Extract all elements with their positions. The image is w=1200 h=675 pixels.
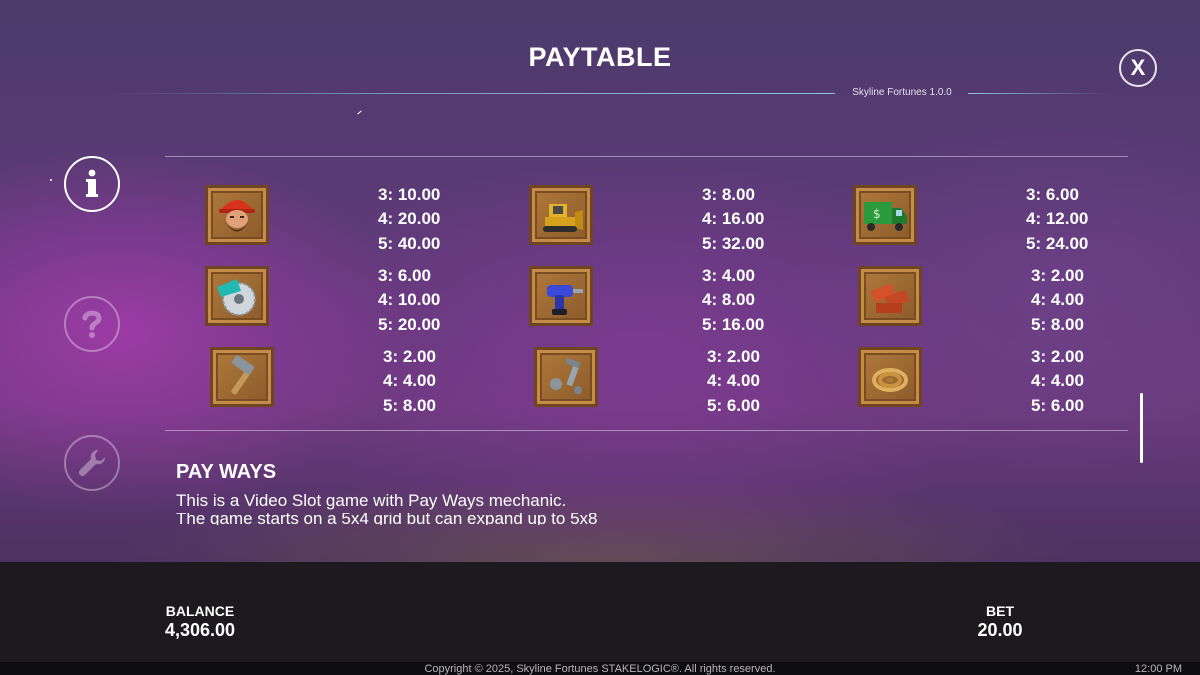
symbol-circular-saw-pays: 3: 6.00 4: 10.00 5: 20.00 xyxy=(378,266,441,334)
header-divider-left xyxy=(110,93,835,94)
decorative-mark xyxy=(357,110,362,115)
bet-value: 20.00 xyxy=(977,620,1023,640)
symbol-drill xyxy=(529,266,593,326)
paytable-divider-bottom xyxy=(165,430,1128,431)
symbol-truck: $ xyxy=(853,185,917,245)
drill-icon xyxy=(547,285,583,315)
info-icon xyxy=(86,169,98,197)
svg-text:$: $ xyxy=(873,207,881,221)
pay-ways-title: PAY WAYS xyxy=(176,461,277,483)
symbol-rope-pays: 3: 2.00 4: 4.00 5: 6.00 xyxy=(1031,347,1084,415)
symbol-bricks-pays: 3: 2.00 4: 4.00 5: 8.00 xyxy=(1031,266,1084,334)
symbol-builder-pays: 3: 10.00 4: 20.00 5: 40.00 xyxy=(378,185,441,253)
copyright-text: Copyright © 2025, Skyline Fortunes STAKE… xyxy=(424,663,776,675)
symbol-builder xyxy=(205,185,269,245)
builder-icon xyxy=(219,200,255,232)
symbol-rope xyxy=(858,347,922,407)
truck-icon: $ xyxy=(864,202,907,231)
symbol-hammer xyxy=(210,347,274,407)
symbol-bulldozer-pays: 3: 8.00 4: 16.00 5: 32.00 xyxy=(702,185,765,253)
symbol-drill-pays: 3: 4.00 4: 8.00 5: 16.00 xyxy=(702,266,765,334)
symbol-circular-saw xyxy=(205,266,269,326)
bolts-icon xyxy=(550,357,582,394)
decorative-dot xyxy=(50,179,52,181)
symbol-bulldozer xyxy=(529,185,593,245)
help-tab-button[interactable] xyxy=(64,296,120,352)
symbol-bricks xyxy=(858,266,922,326)
version-label: Skyline Fortunes 1.0.0 xyxy=(852,87,952,98)
scrollbar-thumb[interactable] xyxy=(1140,393,1143,463)
bricks-icon xyxy=(870,283,910,313)
paytable-divider-top xyxy=(165,156,1128,157)
hammer-icon xyxy=(231,355,255,395)
header-divider-right xyxy=(968,93,1108,94)
bet-label: BET xyxy=(986,603,1014,619)
rope-icon xyxy=(872,368,908,392)
wrench-icon xyxy=(78,449,106,477)
symbol-bolts xyxy=(534,347,598,407)
settings-tab-button[interactable] xyxy=(64,435,120,491)
balance-label: BALANCE xyxy=(165,603,235,619)
symbol-truck-pays: 3: 6.00 4: 12.00 5: 24.00 xyxy=(1026,185,1089,253)
pay-ways-text: This is a Video Slot game with Pay Ways … xyxy=(176,491,567,510)
symbol-bolts-pays: 3: 2.00 4: 4.00 5: 6.00 xyxy=(707,347,760,415)
paytable-title: PAYTABLE xyxy=(528,42,672,72)
bulldozer-icon xyxy=(543,204,583,232)
clock: 12:00 PM xyxy=(1134,663,1182,675)
close-button[interactable]: X xyxy=(1119,49,1157,87)
circular-saw-icon xyxy=(217,279,256,316)
question-icon xyxy=(82,310,102,338)
balance-value: 4,306.00 xyxy=(164,620,236,640)
pay-ways-text-cut: The game starts on a 5x4 grid but can ex… xyxy=(176,513,676,525)
pay-ways-text-line2: The game starts on a 5x4 grid but can ex… xyxy=(176,513,598,525)
symbol-hammer-pays: 3: 2.00 4: 4.00 5: 8.00 xyxy=(383,347,436,415)
info-tab-button[interactable] xyxy=(64,156,120,212)
